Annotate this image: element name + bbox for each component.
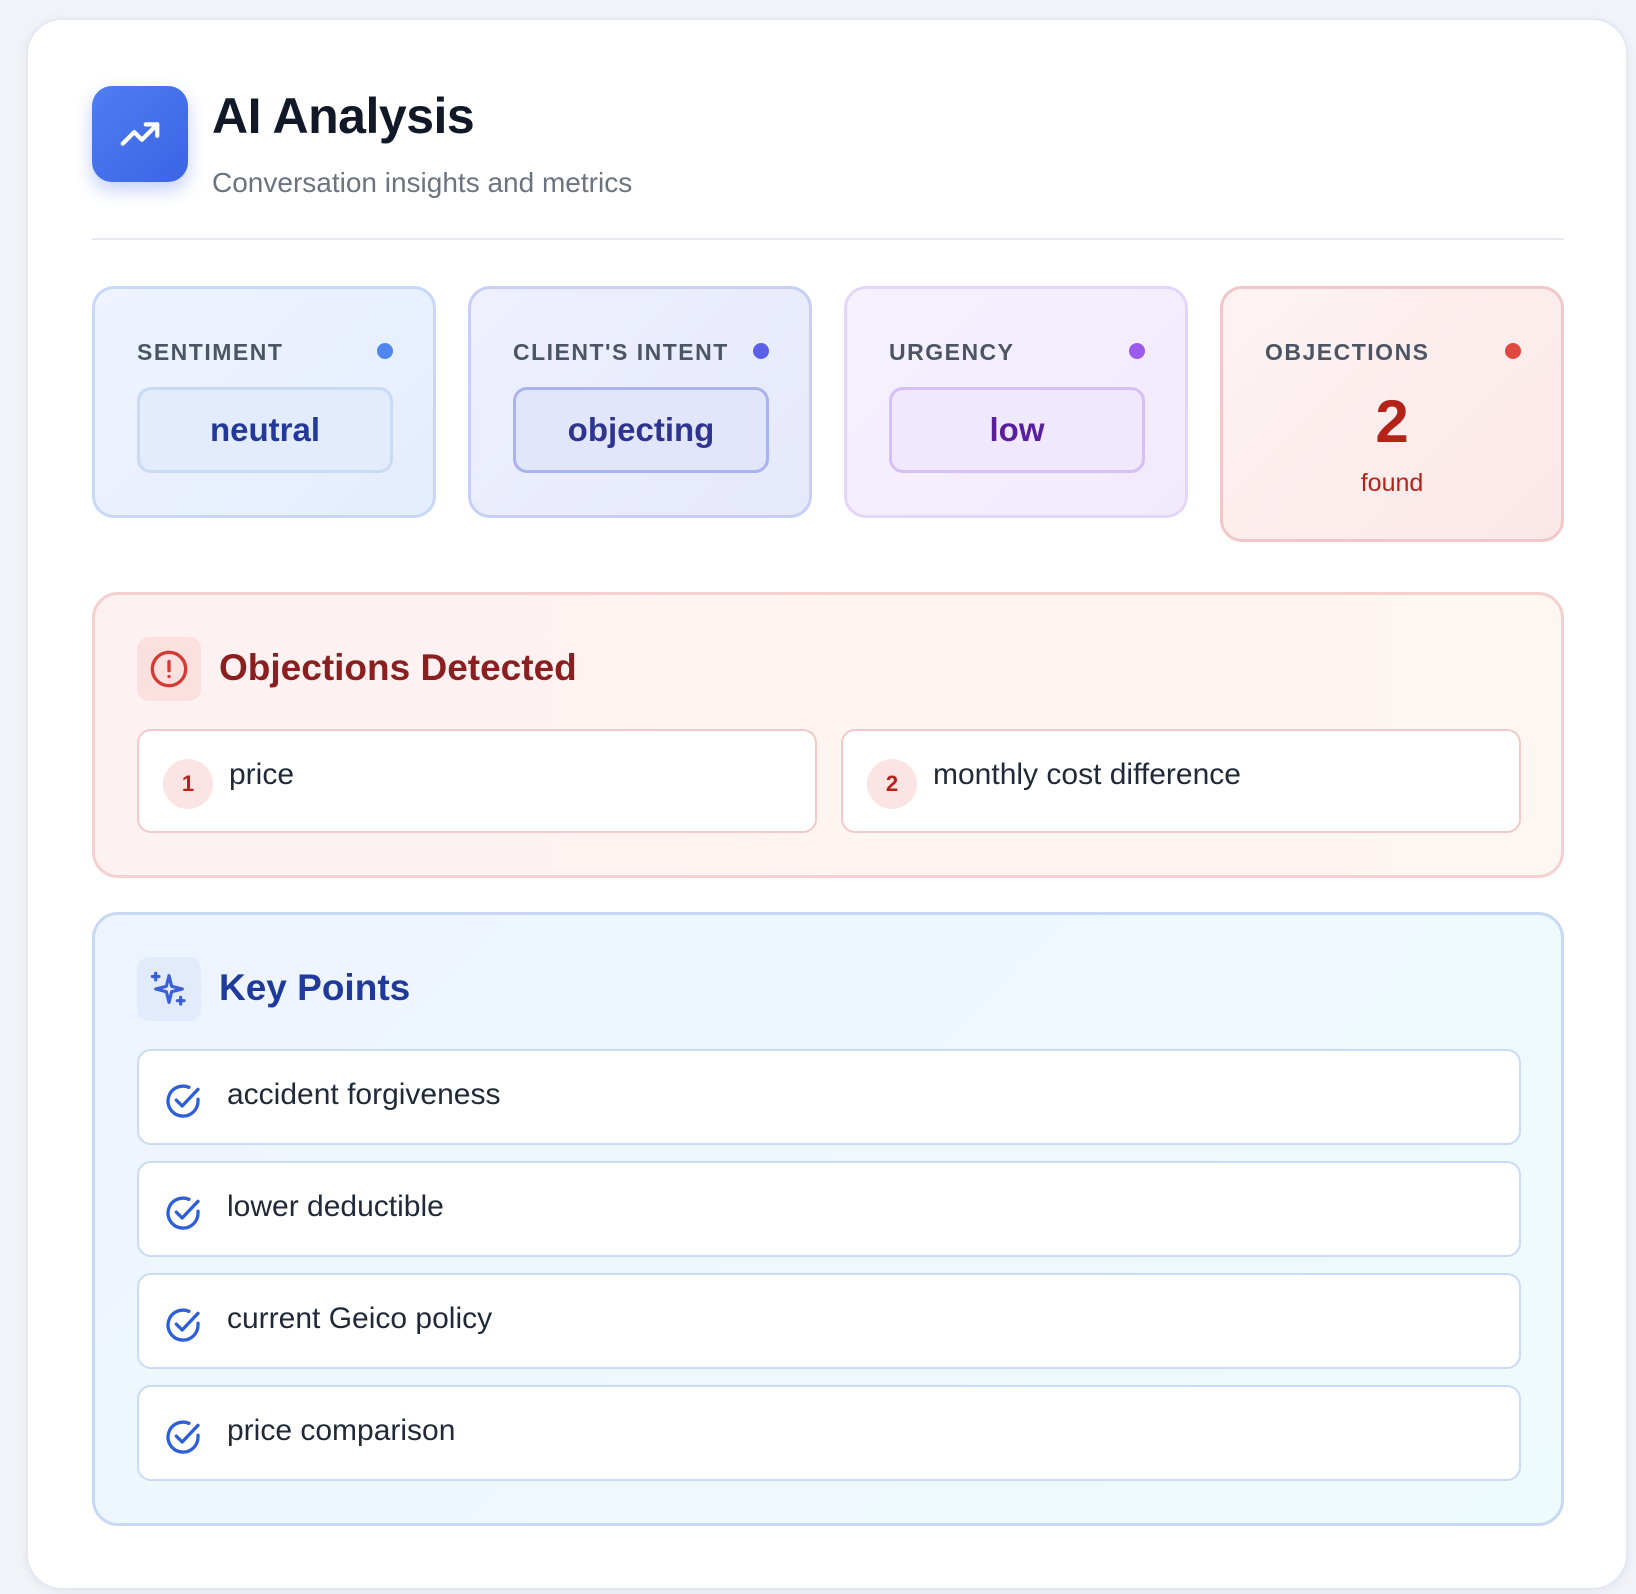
page-subtitle: Conversation insights and metrics	[212, 167, 633, 198]
client-intent-label: CLIENT'S INTENT	[513, 339, 729, 365]
urgency-tile: URGENCY low	[844, 286, 1188, 518]
key-points-section: Key Points accident forgiveness lower de…	[92, 912, 1564, 1526]
objection-text: monthly cost difference	[933, 758, 1241, 791]
sentiment-value-badge: neutral	[137, 387, 393, 473]
sparkles-icon	[137, 957, 201, 1021]
client-intent-value-badge: objecting	[513, 387, 769, 473]
objection-number-badge: 1	[163, 759, 213, 809]
ai-analysis-card: AI Analysis Conversation insights and me…	[26, 18, 1628, 1590]
page-title: AI Analysis	[212, 88, 475, 144]
key-point-item: current Geico policy	[137, 1273, 1521, 1369]
objections-count-label: found	[1360, 469, 1424, 497]
trending-up-icon	[92, 86, 188, 182]
check-circle-icon	[166, 1196, 200, 1230]
objections-status-dot	[1505, 343, 1521, 359]
urgency-label: URGENCY	[889, 339, 1015, 365]
sentiment-label: SENTIMENT	[137, 339, 284, 365]
alert-circle-icon	[137, 637, 201, 701]
sentiment-status-dot	[377, 343, 393, 359]
objections-tile: OBJECTIONS 2 found	[1220, 286, 1564, 542]
key-points-section-title: Key Points	[219, 967, 411, 1008]
key-point-item: accident forgiveness	[137, 1049, 1521, 1145]
objections-section: Objections Detected 1 price 2 monthly co…	[92, 592, 1564, 878]
check-circle-icon	[166, 1308, 200, 1342]
objection-item: 1 price	[137, 729, 817, 833]
objections-label: OBJECTIONS	[1265, 339, 1430, 365]
sentiment-tile: SENTIMENT neutral	[92, 286, 436, 518]
objection-text: price	[229, 758, 295, 791]
key-point-item: price comparison	[137, 1385, 1521, 1481]
objections-section-title: Objections Detected	[219, 647, 577, 688]
urgency-value-badge: low	[889, 387, 1145, 473]
key-point-item: lower deductible	[137, 1161, 1521, 1257]
objections-count: 2	[1375, 388, 1409, 455]
key-point-text: accident forgiveness	[227, 1078, 501, 1111]
key-point-text: lower deductible	[227, 1190, 444, 1223]
check-circle-icon	[166, 1084, 200, 1118]
client-intent-tile: CLIENT'S INTENT objecting	[468, 286, 812, 518]
key-point-text: current Geico policy	[227, 1302, 493, 1335]
urgency-status-dot	[1129, 343, 1145, 359]
check-circle-icon	[166, 1420, 200, 1454]
objection-number-badge: 2	[867, 759, 917, 809]
key-point-text: price comparison	[227, 1414, 456, 1447]
client-intent-status-dot	[753, 343, 769, 359]
card-header: AI Analysis Conversation insights and me…	[92, 86, 1564, 240]
objection-item: 2 monthly cost difference	[841, 729, 1521, 833]
